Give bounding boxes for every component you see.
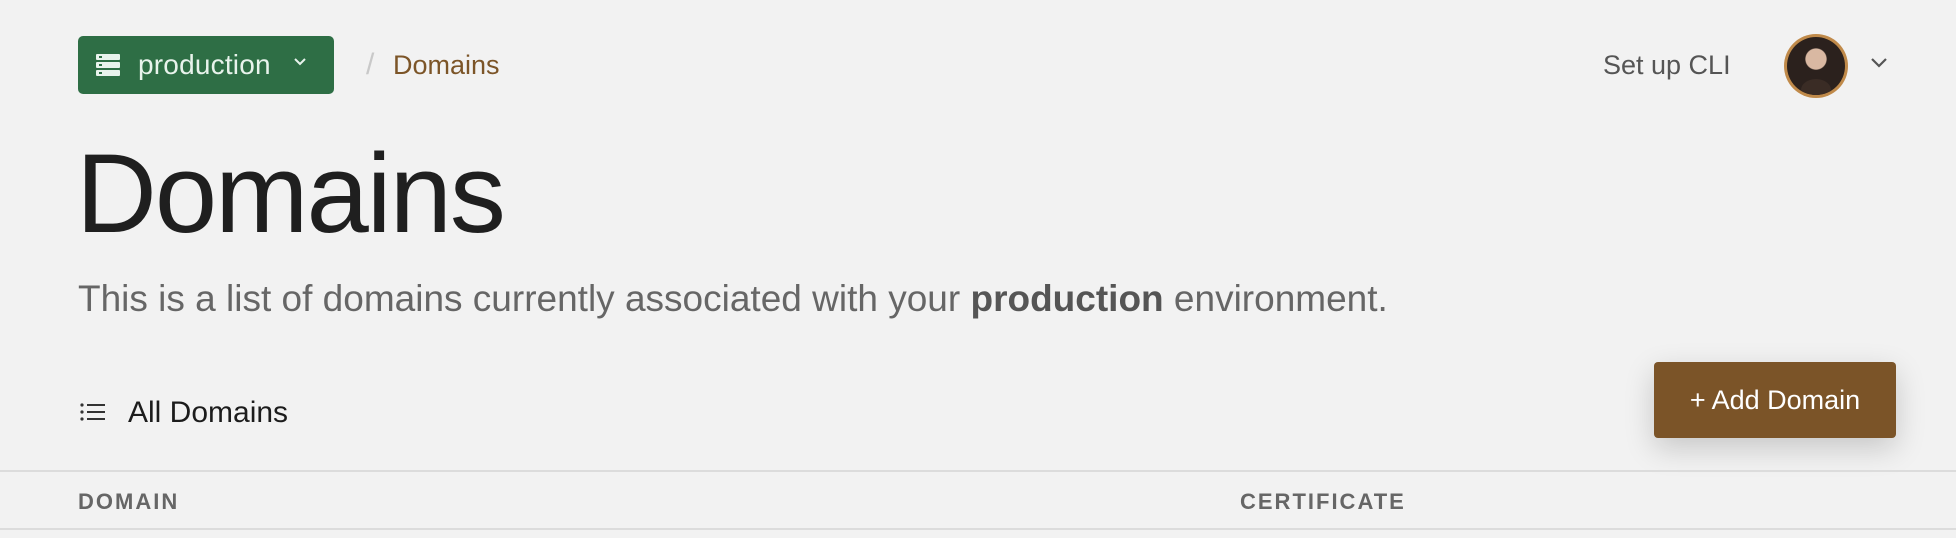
environment-switcher[interactable]: production — [78, 36, 334, 94]
column-header-certificate[interactable]: CERTIFICATE — [1240, 489, 1406, 515]
breadcrumb-domains[interactable]: Domains — [393, 50, 500, 81]
chevron-down-icon[interactable] — [1870, 56, 1888, 74]
environment-name: production — [138, 49, 271, 80]
server-stack-icon — [96, 54, 120, 76]
subtitle-post: environment. — [1163, 278, 1388, 319]
subtitle-environment: production — [970, 278, 1164, 319]
avatar[interactable] — [1784, 34, 1848, 98]
all-domains-label: All Domains — [80, 396, 288, 430]
list-icon — [80, 396, 106, 430]
add-domain-button[interactable]: + Add Domain — [1654, 362, 1896, 438]
setup-cli-link[interactable]: Set up CLI — [1603, 50, 1731, 81]
column-header-domain[interactable]: DOMAIN — [78, 489, 179, 515]
table-header: DOMAIN CERTIFICATE — [0, 472, 1956, 528]
domains-page: production / Domains Set up CLI Domains … — [0, 0, 1956, 538]
subtitle-pre: This is a list of domains currently asso… — [78, 278, 971, 319]
breadcrumb-separator: / — [366, 48, 375, 81]
chevron-down-icon — [293, 54, 307, 72]
divider — [0, 528, 1956, 530]
list-label-text: All Domains — [128, 396, 289, 429]
page-title: Domains — [76, 131, 506, 256]
page-subtitle: This is a list of domains currently asso… — [78, 278, 1388, 320]
